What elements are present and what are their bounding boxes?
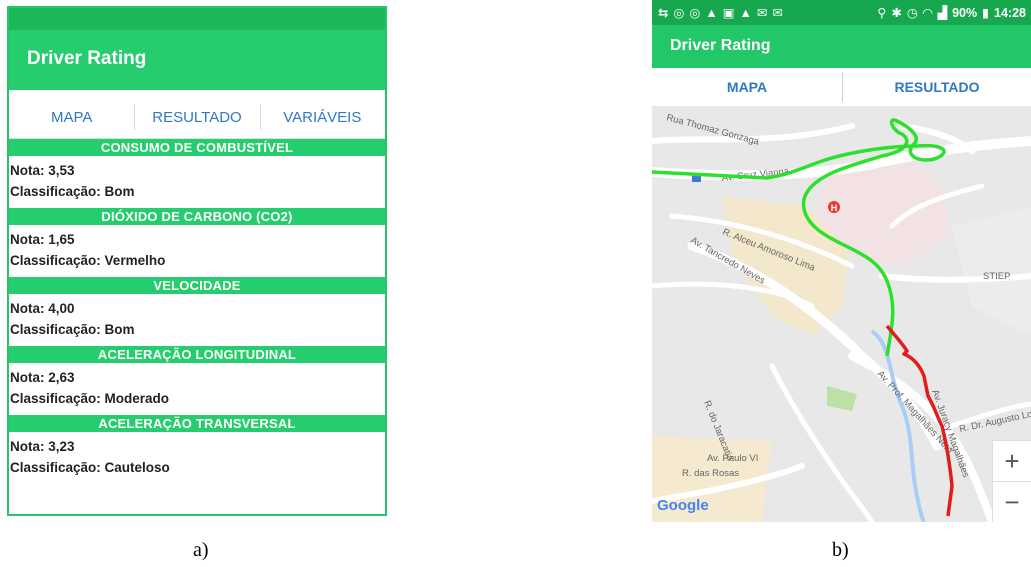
notification-icon: ◎ bbox=[673, 6, 685, 20]
tab-mapa[interactable]: MAPA bbox=[652, 68, 842, 106]
classificacao-value: Classificação: Cauteloso bbox=[10, 460, 170, 475]
wifi-icon: ◠ bbox=[922, 6, 933, 20]
app-title: Driver Rating bbox=[27, 48, 147, 69]
screenshot-b: ⇆ ◎ ◎ ▲ ▣ ▲ ✉ ✉ ⚲ ✱ ◷ ◠ ▟ 90% ▮ 14:28 Dr… bbox=[652, 0, 1031, 522]
section-co2: DIÓXIDO DE CARBONO (CO2) Nota: 1,65 Clas… bbox=[9, 208, 385, 277]
tab-variaveis[interactable]: VARIÁVEIS bbox=[259, 96, 385, 138]
caption-b: b) bbox=[832, 539, 849, 561]
status-bar: ⇆ ◎ ◎ ▲ ▣ ▲ ✉ ✉ ⚲ ✱ ◷ ◠ ▟ 90% ▮ 14:28 bbox=[652, 0, 1031, 25]
nota-value: Nota: 1,65 bbox=[10, 232, 75, 247]
street-label: Av. Paulo VI bbox=[707, 453, 758, 464]
app-title: Driver Rating bbox=[670, 37, 771, 54]
nota-value: Nota: 4,00 bbox=[10, 301, 75, 316]
tab-resultado[interactable]: RESULTADO bbox=[134, 96, 259, 138]
section-acel-longitudinal: ACELERAÇÃO LONGITUDINAL Nota: 2,63 Class… bbox=[9, 346, 385, 415]
battery-icon: ▮ bbox=[982, 6, 990, 20]
app-bar: Driver Rating bbox=[652, 25, 1031, 68]
notification-icons: ⇆ ◎ ◎ ▲ ▣ ▲ ✉ ✉ bbox=[658, 5, 783, 21]
street-label: R. das Rosas bbox=[682, 468, 739, 479]
bluetooth-icon: ✱ bbox=[891, 6, 902, 20]
signal-icon: ▟ bbox=[937, 6, 948, 20]
nota-value: Nota: 3,23 bbox=[10, 439, 75, 454]
map-canvas[interactable]: H Rua Thomaz Gonzaga Av. Cruz Vianna R. … bbox=[652, 106, 1031, 522]
tab-bar: MAPA RESULTADO VARIÁVEIS bbox=[9, 96, 385, 139]
mail-icon: ✉ bbox=[756, 6, 768, 20]
section-title: ACELERAÇÃO LONGITUDINAL bbox=[9, 346, 385, 363]
clock: 14:28 bbox=[994, 5, 1026, 20]
mail-icon: ✉ bbox=[772, 6, 783, 20]
nota-value: Nota: 3,53 bbox=[10, 163, 75, 178]
status-bar bbox=[9, 8, 385, 30]
notification-icon: ◎ bbox=[689, 6, 701, 20]
caption-a: a) bbox=[193, 539, 209, 561]
warning-icon: ▲ bbox=[739, 5, 752, 20]
classificacao-value: Classificação: Bom bbox=[10, 184, 135, 199]
street-label: STIEP bbox=[983, 271, 1010, 282]
section-acel-transversal: ACELERAÇÃO TRANSVERSAL Nota: 3,23 Classi… bbox=[9, 415, 385, 484]
section-velocidade: VELOCIDADE Nota: 4,00 Classificação: Bom bbox=[9, 277, 385, 346]
zoom-out-button[interactable]: − bbox=[992, 481, 1031, 522]
classificacao-value: Classificação: Bom bbox=[10, 322, 135, 337]
map-view[interactable]: H Rua Thomaz Gonzaga Av. Cruz Vianna R. … bbox=[652, 106, 1031, 522]
section-title: CONSUMO DE COMBUSTÍVEL bbox=[9, 139, 385, 156]
screenshot-a: Driver Rating MAPA RESULTADO VARIÁVEIS C… bbox=[7, 6, 387, 516]
nota-value: Nota: 2,63 bbox=[10, 370, 75, 385]
warning-icon: ▲ bbox=[705, 5, 718, 20]
system-icons: ⚲ ✱ ◷ ◠ ▟ 90% ▮ 14:28 bbox=[877, 5, 1026, 21]
tab-resultado[interactable]: RESULTADO bbox=[842, 68, 1031, 106]
google-logo[interactable]: Google bbox=[657, 497, 709, 514]
app-bar: Driver Rating bbox=[9, 30, 385, 90]
google-wordmark: Google bbox=[657, 497, 709, 514]
alarm-icon: ◷ bbox=[906, 6, 918, 20]
section-title: DIÓXIDO DE CARBONO (CO2) bbox=[9, 208, 385, 225]
section-consumo: CONSUMO DE COMBUSTÍVEL Nota: 3,53 Classi… bbox=[9, 139, 385, 208]
notification-icon: ⇆ bbox=[658, 6, 669, 20]
section-title: VELOCIDADE bbox=[9, 277, 385, 294]
classificacao-value: Classificação: Vermelho bbox=[10, 253, 166, 268]
battery-percent: 90% bbox=[952, 5, 978, 20]
notification-icon: ▣ bbox=[722, 6, 735, 20]
svg-text:H: H bbox=[831, 203, 838, 213]
tab-bar: MAPA RESULTADO bbox=[652, 68, 1031, 107]
location-icon: ⚲ bbox=[877, 6, 887, 20]
section-title: ACELERAÇÃO TRANSVERSAL bbox=[9, 415, 385, 432]
classificacao-value: Classificação: Moderado bbox=[10, 391, 170, 406]
zoom-in-button[interactable]: + bbox=[992, 440, 1031, 482]
tab-mapa[interactable]: MAPA bbox=[9, 96, 134, 138]
